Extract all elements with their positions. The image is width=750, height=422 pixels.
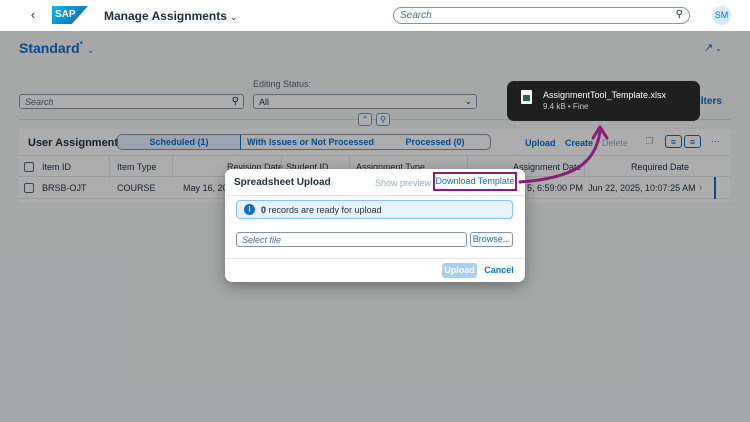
info-message-strip: i 0 records are ready for upload [236,200,513,219]
dialog-footer-divider [225,258,525,259]
show-preview-button[interactable]: Show preview [375,178,431,188]
file-input[interactable]: Select file [236,232,467,247]
info-message: 0 records are ready for upload [261,205,382,215]
browse-button[interactable]: Browse... [470,232,513,247]
download-toast[interactable]: AssignmentTool_Template.xlsx 9.4 kB • Fi… [507,81,700,121]
records-text: records are ready for upload [266,205,382,215]
shell-bar: ‹ SAP Manage Assignments ⌄ Search ⚲ SM [0,0,750,31]
downloaded-file-meta: 9.4 kB • Fine [543,102,589,111]
app-title: Manage Assignments [104,9,227,23]
search-icon[interactable]: ⚲ [676,9,683,20]
avatar[interactable]: SM [712,6,731,25]
chevron-down-icon: ⌄ [229,12,238,22]
shell-search-input[interactable]: Search ⚲ [393,7,690,24]
file-input-placeholder: Select file [242,235,282,245]
dialog-header-divider [225,195,525,196]
dialog-title: Spreadsheet Upload [234,177,331,188]
spreadsheet-file-icon [521,90,532,104]
spreadsheet-upload-dialog: Spreadsheet Upload Show preview Download… [225,169,525,282]
annotation-arrow [518,125,609,184]
back-icon[interactable]: ‹ [26,8,40,22]
dialog-upload-button[interactable]: Upload [442,263,477,278]
info-icon: i [244,204,255,215]
dialog-cancel-button[interactable]: Cancel [483,263,515,278]
sap-logo[interactable]: SAP [52,6,88,24]
downloaded-file-name: AssignmentTool_Template.xlsx [543,90,667,100]
app-title-menu[interactable]: Manage Assignments ⌄ [104,9,237,23]
shell-search-placeholder: Search [400,10,432,21]
